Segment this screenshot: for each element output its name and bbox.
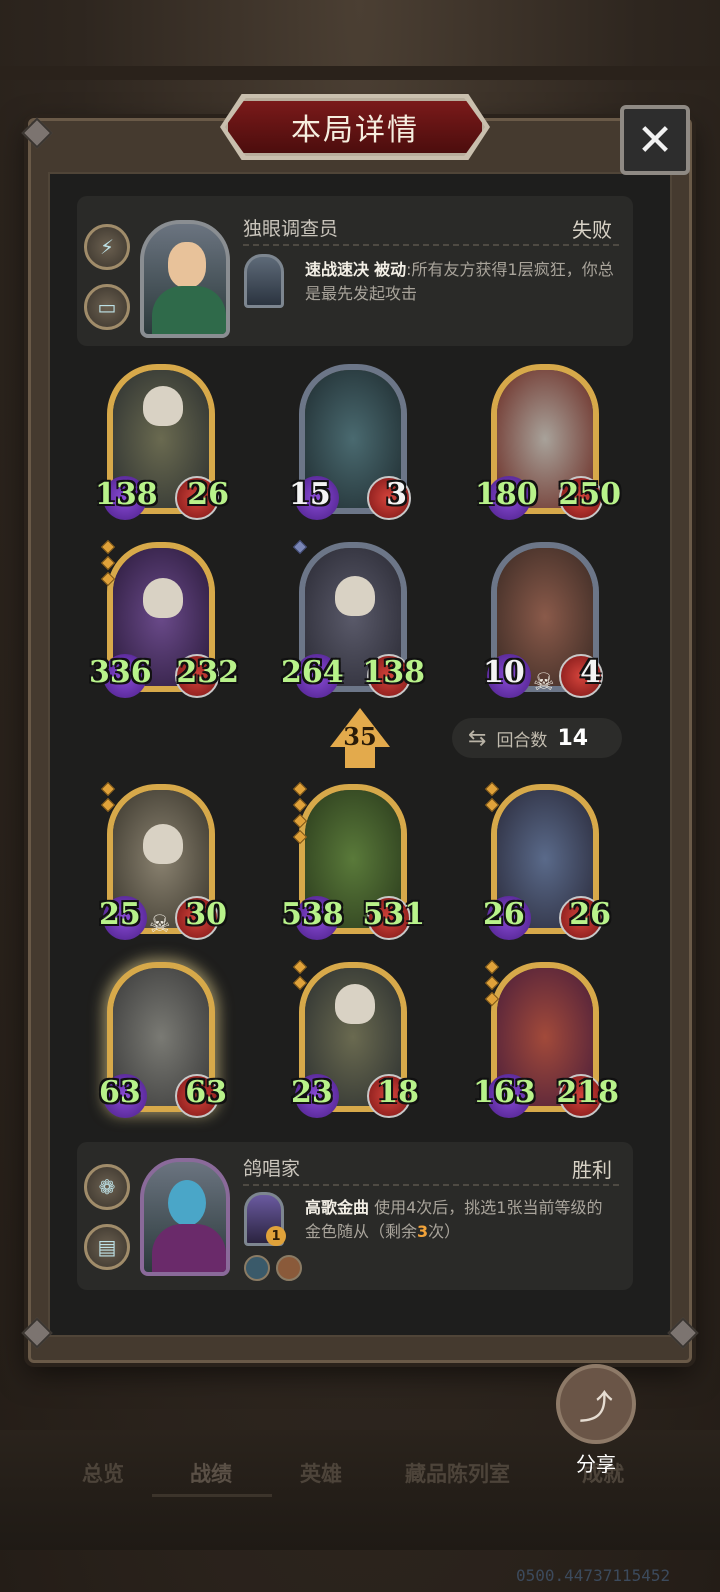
nav-records[interactable]: 战绩 — [190, 1458, 232, 1488]
share-icon: ⤴ — [579, 1387, 613, 1428]
minion-health: 531 — [362, 897, 425, 932]
share-label: 分享 — [576, 1452, 616, 1476]
minion-attack: 23 — [291, 1075, 333, 1110]
hero-power-desc-end: 次） — [428, 1222, 461, 1241]
close-icon: ✕ — [636, 114, 674, 166]
round-counter: ⇆ 回合数 14 — [452, 718, 622, 758]
minion-card[interactable]: 264 138 — [281, 539, 425, 698]
minion-health: 232 — [176, 655, 239, 690]
minion-card[interactable]: 138 26 — [95, 364, 229, 520]
minion-health: 4 — [580, 655, 601, 690]
minion-attack: 63 — [99, 1075, 141, 1110]
page-title: 本局详情 — [291, 113, 419, 148]
deathrattle-skull-icon: ☠ — [149, 910, 171, 938]
opponent-hero-name: 独眼调查员 — [243, 218, 339, 240]
tavern-tier-value: 35 — [343, 722, 377, 751]
buff-icon[interactable] — [276, 1255, 302, 1281]
hero-power-type: 被动 — [374, 260, 407, 279]
share-button[interactable]: ⤴ — [556, 1364, 636, 1444]
minion-attack: 163 — [473, 1075, 536, 1110]
minion-attack: 15 — [289, 477, 331, 512]
minion-health: 26 — [569, 897, 611, 932]
minion-health: 218 — [556, 1075, 619, 1110]
minion-health: 30 — [185, 897, 227, 932]
minion-attack: 10 — [483, 655, 525, 690]
background-beam — [0, 66, 720, 80]
minion-health: 250 — [558, 477, 621, 512]
minion-attack: 336 — [89, 655, 152, 690]
minion-card[interactable]: 15 3 — [289, 364, 411, 520]
hero-power-name: 速战速决 — [305, 260, 370, 279]
minion-card[interactable]: 180 250 — [475, 364, 621, 520]
hero-power-counter: 1 — [266, 1226, 286, 1246]
hero-power-remaining: 3 — [417, 1222, 429, 1241]
opponent-hero-power-icon[interactable] — [244, 254, 284, 308]
nav-collection[interactable]: 藏品陈列室 — [405, 1458, 510, 1488]
minion-attack: 538 — [281, 897, 344, 932]
opponent-item-icon[interactable]: ⚡ — [84, 224, 130, 270]
round-label: 回合数 — [496, 730, 548, 751]
minion-card[interactable]: 336 232 — [89, 539, 239, 698]
self-hero-name: 鸽唱家 — [243, 1158, 301, 1180]
minion-card[interactable]: 63 63 — [99, 962, 227, 1118]
self-result: 胜利 — [572, 1158, 612, 1182]
minion-card[interactable]: 538 531 — [281, 781, 425, 940]
minion-attack: 180 — [475, 477, 538, 512]
opponent-result: 失败 — [572, 218, 612, 242]
minion-card[interactable]: 163 218 — [473, 959, 619, 1118]
opponent-hero-portrait[interactable] — [140, 220, 230, 338]
divider — [243, 244, 619, 246]
minion-card[interactable]: 26 26 — [483, 781, 611, 940]
version-text: 0500.44737115452 — [516, 1566, 671, 1585]
minion-health: 26 — [187, 477, 229, 512]
self-hero-portrait[interactable] — [140, 1158, 230, 1276]
buff-icon[interactable] — [244, 1255, 270, 1281]
self-item-icon[interactable]: ❁ — [84, 1164, 130, 1210]
minion-health: 18 — [377, 1075, 419, 1110]
nav-heroes[interactable]: 英雄 — [300, 1458, 342, 1488]
minion-attack: 26 — [483, 897, 525, 932]
opponent-relic-icon[interactable]: ▭ — [84, 284, 130, 330]
round-value: 14 — [557, 725, 589, 751]
minion-attack: 25 — [99, 897, 141, 932]
minion-attack: 264 — [281, 655, 344, 690]
minion-card[interactable]: ☠ 25 30 — [99, 781, 227, 940]
minion-health: 63 — [185, 1075, 227, 1110]
minion-health: 3 — [386, 477, 407, 512]
nav-overview[interactable]: 总览 — [82, 1458, 124, 1488]
self-hero-power-text: 高歌金曲 使用4次后，挑选1张当前等级的金色随从（剩余3次） — [305, 1196, 615, 1244]
opponent-hero-power-text: 速战速决 被动:所有友方获得1层疯狂，你总是最先发起攻击 — [305, 258, 615, 306]
deathrattle-skull-icon: ☠ — [533, 668, 555, 696]
refresh-icon: ⇆ — [468, 725, 487, 751]
minion-card[interactable]: ☠ 10 4 — [483, 542, 603, 698]
title-banner: 本局详情 — [225, 98, 485, 156]
minion-card[interactable]: 23 18 — [291, 959, 419, 1118]
hero-power-name: 高歌金曲 — [305, 1198, 370, 1217]
self-relic-icon[interactable]: ▤ — [84, 1224, 130, 1270]
nav-active-underline — [152, 1494, 272, 1497]
close-button[interactable]: ✕ — [620, 105, 690, 175]
minion-health: 138 — [362, 655, 425, 690]
minion-attack: 138 — [95, 477, 158, 512]
divider — [243, 1184, 619, 1186]
